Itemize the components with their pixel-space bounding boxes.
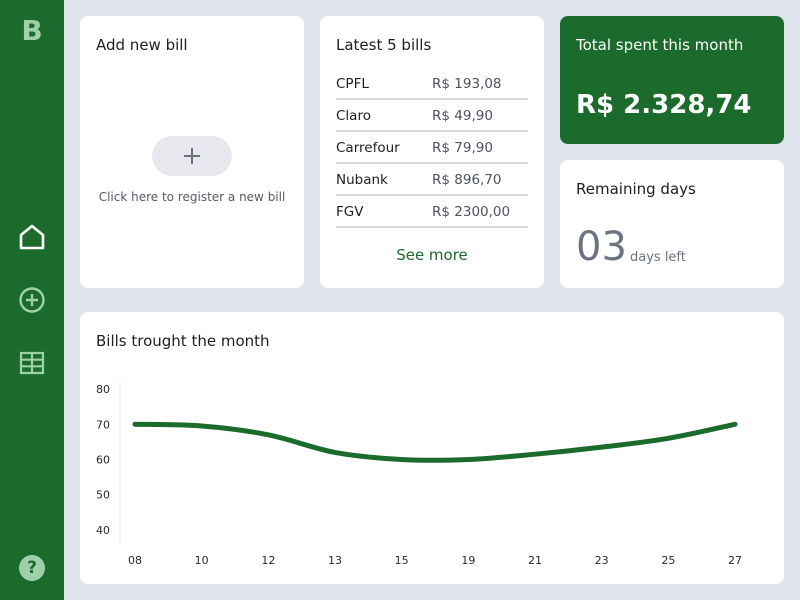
list-item[interactable]: Claro R$ 49,90 bbox=[336, 100, 528, 132]
x-tick-label: 27 bbox=[728, 554, 742, 567]
sidebar: B ? bbox=[0, 0, 64, 600]
x-tick-label: 10 bbox=[195, 554, 209, 567]
home-icon[interactable] bbox=[17, 222, 47, 252]
add-bill-card: Add new bill Click here to register a ne… bbox=[80, 16, 304, 288]
total-spent-value: R$ 2.328,74 bbox=[576, 90, 752, 120]
bill-value: R$ 49,90 bbox=[432, 108, 493, 124]
plus-icon bbox=[184, 148, 200, 164]
bill-name: CPFL bbox=[336, 76, 369, 92]
bill-name: Nubank bbox=[336, 172, 388, 188]
add-bill-button[interactable] bbox=[152, 136, 232, 176]
bills-line-chart: 40 50 60 70 80 08 10 12 13 15 19 21 23 25 27 bbox=[96, 382, 742, 567]
y-tick-label: 40 bbox=[96, 524, 110, 537]
help-icon[interactable]: ? bbox=[19, 555, 45, 581]
bill-name: Carrefour bbox=[336, 140, 400, 156]
x-tick-label: 12 bbox=[261, 554, 275, 567]
add-bill-title: Add new bill bbox=[96, 36, 188, 54]
bill-value: R$ 896,70 bbox=[432, 172, 502, 188]
total-spent-title: Total spent this month bbox=[576, 36, 744, 54]
list-item[interactable]: CPFL R$ 193,08 bbox=[336, 68, 528, 100]
bill-value: R$ 79,90 bbox=[432, 140, 493, 156]
y-tick-label: 60 bbox=[96, 453, 110, 466]
remaining-days-label: days left bbox=[630, 250, 686, 265]
latest-bills-card: Latest 5 bills CPFL R$ 193,08 Claro R$ 4… bbox=[320, 16, 544, 288]
bill-value: R$ 193,08 bbox=[432, 76, 502, 92]
bills-series-line bbox=[132, 421, 738, 463]
list-item[interactable]: FGV R$ 2300,00 bbox=[336, 196, 528, 228]
y-tick-label: 70 bbox=[96, 418, 110, 431]
bill-value: R$ 2300,00 bbox=[432, 204, 511, 220]
y-tick-label: 80 bbox=[96, 383, 110, 396]
remaining-days-number: 03 bbox=[576, 224, 627, 270]
latest-bills-title: Latest 5 bills bbox=[336, 36, 432, 54]
x-tick-label: 08 bbox=[128, 554, 142, 567]
bills-chart-card: Bills trought the month 40 50 60 70 80 08 10 12… bbox=[80, 312, 784, 584]
app-logo: B bbox=[21, 14, 43, 47]
total-spent-card: Total spent this month R$ 2.328,74 bbox=[560, 16, 784, 144]
x-tick-label: 15 bbox=[395, 554, 409, 567]
plus-circle-icon[interactable] bbox=[17, 285, 47, 315]
bill-list: CPFL R$ 193,08 Claro R$ 49,90 Carrefour … bbox=[336, 68, 528, 228]
x-tick-label: 19 bbox=[461, 554, 475, 567]
table-icon[interactable] bbox=[17, 348, 47, 378]
y-tick-label: 50 bbox=[96, 489, 110, 502]
list-item[interactable]: Carrefour R$ 79,90 bbox=[336, 132, 528, 164]
x-tick-label: 21 bbox=[528, 554, 542, 567]
x-tick-label: 25 bbox=[661, 554, 675, 567]
add-bill-hint[interactable]: Click here to register a new bill bbox=[80, 190, 304, 204]
remaining-days-card: Remaining days 03 days left bbox=[560, 160, 784, 288]
remaining-days-title: Remaining days bbox=[576, 180, 696, 198]
see-more-link[interactable]: See more bbox=[320, 246, 544, 264]
bill-name: FGV bbox=[336, 204, 364, 220]
x-tick-label: 13 bbox=[328, 554, 342, 567]
bill-name: Claro bbox=[336, 108, 371, 124]
x-tick-label: 23 bbox=[595, 554, 609, 567]
list-item[interactable]: Nubank R$ 896,70 bbox=[336, 164, 528, 196]
